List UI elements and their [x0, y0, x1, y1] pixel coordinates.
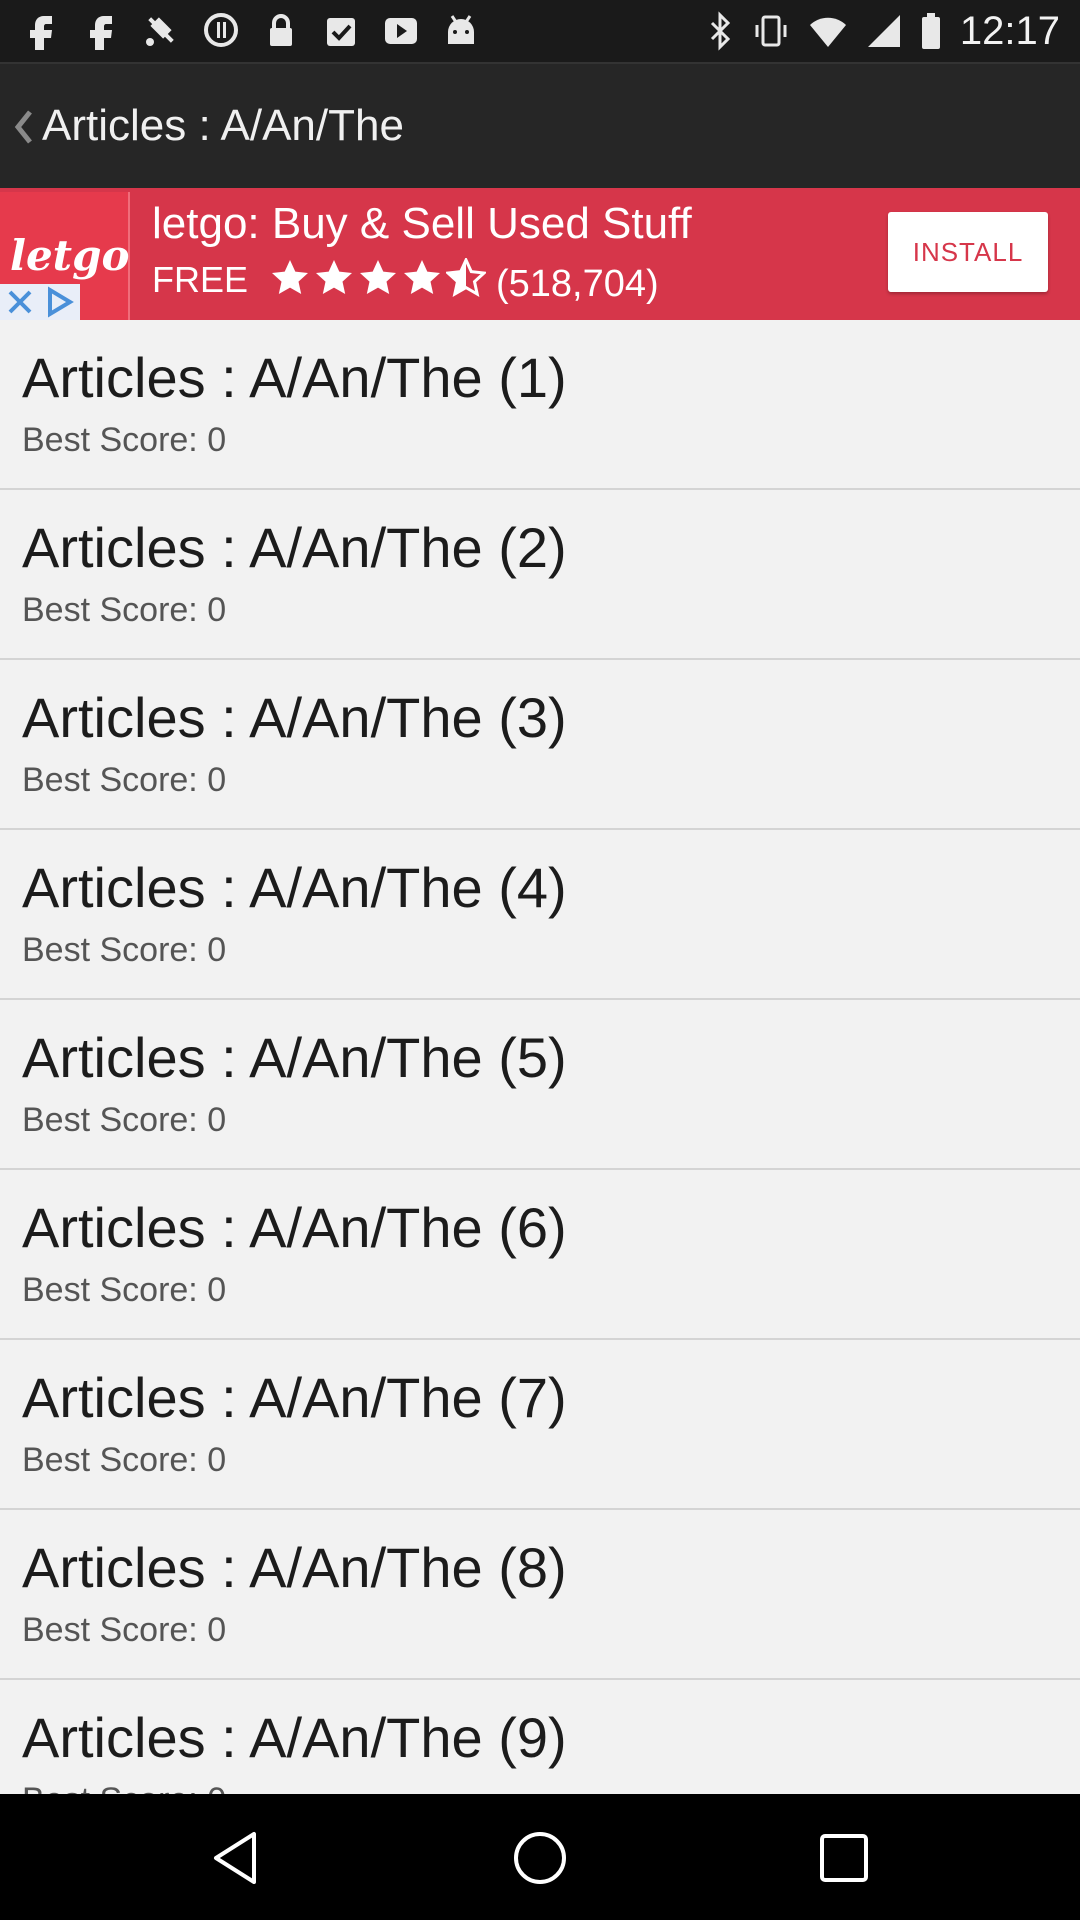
- quiz-title: Articles : A/An/The (1): [22, 346, 567, 409]
- page-title[interactable]: Articles : A/An/The: [42, 100, 404, 152]
- best-score: Best Score: 0: [22, 1611, 227, 1649]
- list-item[interactable]: Articles : A/An/The (9) Best Score: 0: [0, 1680, 1080, 1794]
- quiz-title: Articles : A/An/The (6): [22, 1196, 567, 1259]
- ad-title: letgo: Buy & Sell Used Stuff: [152, 199, 692, 248]
- quiz-title: Articles : A/An/The (3): [22, 686, 567, 749]
- status-bar: 12:17: [0, 0, 1080, 62]
- ad-review-count: (518,704): [496, 263, 659, 305]
- best-score: Best Score: 0: [22, 591, 227, 629]
- data-saver-icon: [202, 10, 240, 50]
- ad-rating-stars: [270, 258, 486, 298]
- battery-icon: [921, 13, 940, 49]
- action-bar: Articles : A/An/The: [0, 62, 1080, 190]
- ad-choices-badge[interactable]: [0, 284, 80, 320]
- notification-icons: [22, 10, 480, 50]
- quiz-title: Articles : A/An/The (5): [22, 1026, 567, 1089]
- bluetooth-icon: [710, 11, 731, 51]
- back-chevron-icon[interactable]: [8, 102, 38, 152]
- lock-icon: [262, 10, 300, 50]
- ad-price: FREE: [152, 259, 249, 300]
- star-icon: [316, 260, 352, 294]
- list-item[interactable]: Articles : A/An/The (4) Best Score: 0: [0, 830, 1080, 1000]
- list-item[interactable]: Articles : A/An/The (5) Best Score: 0: [0, 1000, 1080, 1170]
- home-icon[interactable]: [510, 1828, 570, 1888]
- star-icon: [404, 260, 440, 294]
- best-score: Best Score: 0: [22, 931, 227, 969]
- install-button[interactable]: INSTALL: [888, 212, 1048, 292]
- best-score: Best Score: 0: [22, 421, 227, 459]
- clock: 12:17: [959, 9, 1060, 53]
- vibrate-icon: [755, 15, 787, 47]
- list-item[interactable]: Articles : A/An/The (2) Best Score: 0: [0, 490, 1080, 660]
- star-icon: [272, 260, 308, 294]
- best-score: Best Score: 0: [22, 761, 227, 799]
- best-score: Best Score: 0: [22, 1441, 227, 1479]
- half-star-icon: [446, 258, 486, 297]
- quiz-title: Articles : A/An/The (2): [22, 516, 567, 579]
- ad-logo-text: letgo: [10, 231, 130, 280]
- system-icons: 12:17: [708, 8, 1060, 54]
- list-item[interactable]: Articles : A/An/The (1) Best Score: 0: [0, 320, 1080, 490]
- best-score: Best Score: 0: [22, 1101, 227, 1139]
- wifi-icon: [809, 17, 846, 47]
- signal-icon: [867, 15, 900, 47]
- quiz-title: Articles : A/An/The (8): [22, 1536, 567, 1599]
- android-icon: [442, 10, 480, 50]
- ad-choices-icon[interactable]: [40, 284, 80, 320]
- list-item[interactable]: Articles : A/An/The (7) Best Score: 0: [0, 1340, 1080, 1510]
- recents-icon[interactable]: [814, 1828, 874, 1888]
- quiz-title: Articles : A/An/The (7): [22, 1366, 567, 1429]
- back-icon[interactable]: [206, 1828, 266, 1888]
- best-score: Best Score: 0: [22, 1780, 226, 1794]
- list-item[interactable]: Articles : A/An/The (6) Best Score: 0: [0, 1170, 1080, 1340]
- navigation-bar: [0, 1794, 1080, 1920]
- youtube-icon: [382, 10, 420, 50]
- best-score: Best Score: 0: [22, 1271, 227, 1309]
- star-icon: [360, 260, 396, 294]
- ad-close-icon[interactable]: [0, 284, 40, 320]
- list-item[interactable]: Articles : A/An/The (3) Best Score: 0: [0, 660, 1080, 830]
- ad-banner[interactable]: letgo letgo: Buy & Sell Used Stuff FREE …: [0, 188, 1080, 320]
- quiz-title: Articles : A/An/The (9): [22, 1706, 567, 1769]
- clipboard-check-icon: [322, 10, 360, 50]
- list-item[interactable]: Articles : A/An/The (8) Best Score: 0: [0, 1510, 1080, 1680]
- quiz-title: Articles : A/An/The (4): [22, 856, 567, 919]
- facebook-icon: [22, 10, 60, 50]
- facebook-icon: [82, 10, 120, 50]
- fake-gps-icon: [142, 10, 180, 50]
- quiz-list: Articles : A/An/The (1) Best Score: 0 Ar…: [0, 320, 1080, 1794]
